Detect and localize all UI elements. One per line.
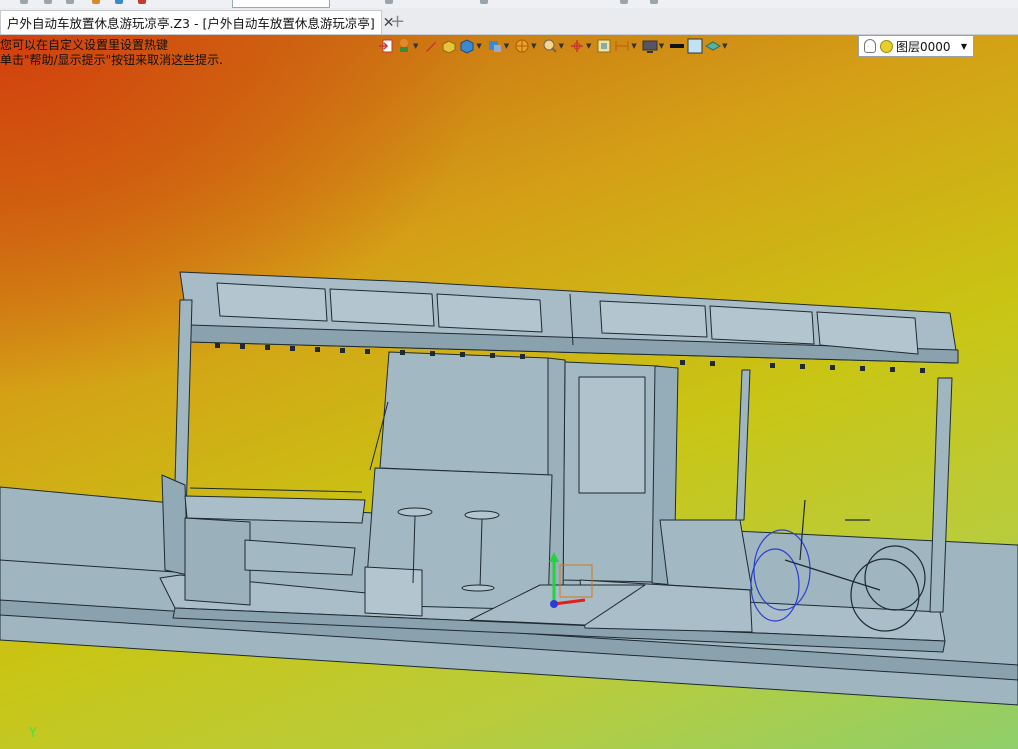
pin-button[interactable]: ▼: [396, 36, 421, 56]
line-color-button[interactable]: [669, 36, 685, 56]
chevron-down-icon: ▼: [531, 42, 537, 50]
frame-icon: [597, 39, 611, 53]
tool2-icon[interactable]: [650, 0, 658, 4]
layer-select[interactable]: 图层0000 ▼: [858, 35, 974, 57]
view-cube-button[interactable]: ▼: [487, 36, 512, 56]
zoom-icon: [543, 39, 557, 53]
render-sphere-icon: [515, 39, 529, 53]
monitor-icon: [642, 40, 658, 53]
chevron-down-icon: ▼: [413, 42, 419, 50]
insert-icon: [379, 39, 393, 53]
frame-button[interactable]: [596, 36, 612, 56]
hint-line-2: 单击"帮助/显示提示"按钮来取消这些提示.: [0, 53, 223, 67]
view-toolbar: ▼ ▼ ▼ ▼ ▼ ▼ ▼ ▼ ▼: [378, 36, 731, 56]
print-icon[interactable]: [138, 0, 146, 4]
pavilion-model[interactable]: [0, 0, 1018, 749]
sketch-button[interactable]: [423, 36, 439, 56]
view-cube-icon: [488, 41, 501, 52]
dimension-button[interactable]: ▼: [614, 36, 639, 56]
display-button[interactable]: ▼: [642, 36, 667, 56]
chevron-down-icon: ▼: [631, 42, 637, 50]
chevron-down-icon: ▼: [476, 42, 482, 50]
layers-button[interactable]: ▼: [705, 36, 730, 56]
chevron-down-icon: ▼: [658, 42, 665, 50]
y-axis-label: Y: [29, 726, 37, 741]
document-tab-bar: 户外自动车放置休息游玩凉亭.Z3 - [户外自动车放置休息游玩凉亭] ✕ +: [0, 8, 1018, 35]
lightbulb-icon[interactable]: [864, 39, 876, 53]
layers-icon: [705, 41, 722, 51]
axis-button[interactable]: ▼: [569, 36, 594, 56]
layer-color-icon: [880, 39, 893, 53]
redo-icon[interactable]: [44, 0, 52, 4]
fill-color-icon: [687, 38, 703, 54]
hint-line-1: 您可以在自定义设置里设置热键: [0, 38, 169, 52]
back-wall: [379, 351, 549, 476]
hint-overlay: 您可以在自定义设置里设置热键 单击"帮助/显示提示"按钮来取消这些提示.: [0, 38, 223, 68]
pin-icon: [400, 39, 408, 52]
chevron-down-icon[interactable]: ▼: [961, 42, 967, 51]
cube-icon: [460, 39, 474, 54]
insert-button[interactable]: [378, 36, 394, 56]
solid-button[interactable]: ▼: [459, 36, 484, 56]
chevron-down-icon: ▼: [722, 42, 728, 50]
zoom-button[interactable]: ▼: [542, 36, 567, 56]
fill-color-button[interactable]: [687, 36, 703, 56]
render-button[interactable]: ▼: [514, 36, 539, 56]
pencil-icon: [426, 42, 437, 52]
chevron-down-icon: ▼: [503, 42, 510, 50]
select-icon[interactable]: [385, 0, 393, 4]
axis-icon: [570, 40, 583, 52]
open-icon[interactable]: [92, 0, 100, 4]
dimension-icon: [615, 41, 630, 51]
new-icon[interactable]: [66, 0, 74, 4]
undo-icon[interactable]: [20, 0, 28, 4]
tab-document[interactable]: 户外自动车放置休息游玩凉亭.Z3 - [户外自动车放置休息游玩凉亭] ✕: [0, 10, 394, 34]
box-icon: [442, 40, 456, 54]
refresh-icon[interactable]: [480, 0, 488, 4]
tab-title: 户外自动车放置休息游玩凉亭.Z3 - [户外自动车放置休息游玩凉亭]: [7, 16, 375, 31]
add-tab-icon[interactable]: +: [390, 11, 405, 32]
chevron-down-icon: ▼: [585, 42, 592, 50]
filter-combo[interactable]: [232, 0, 330, 8]
block-button[interactable]: [441, 36, 457, 56]
tool-icon[interactable]: [620, 0, 628, 4]
chevron-down-icon: ▼: [558, 42, 564, 50]
layer-name: 图层0000: [896, 39, 951, 54]
line-color-icon: [670, 44, 685, 48]
save-icon[interactable]: [115, 0, 123, 4]
